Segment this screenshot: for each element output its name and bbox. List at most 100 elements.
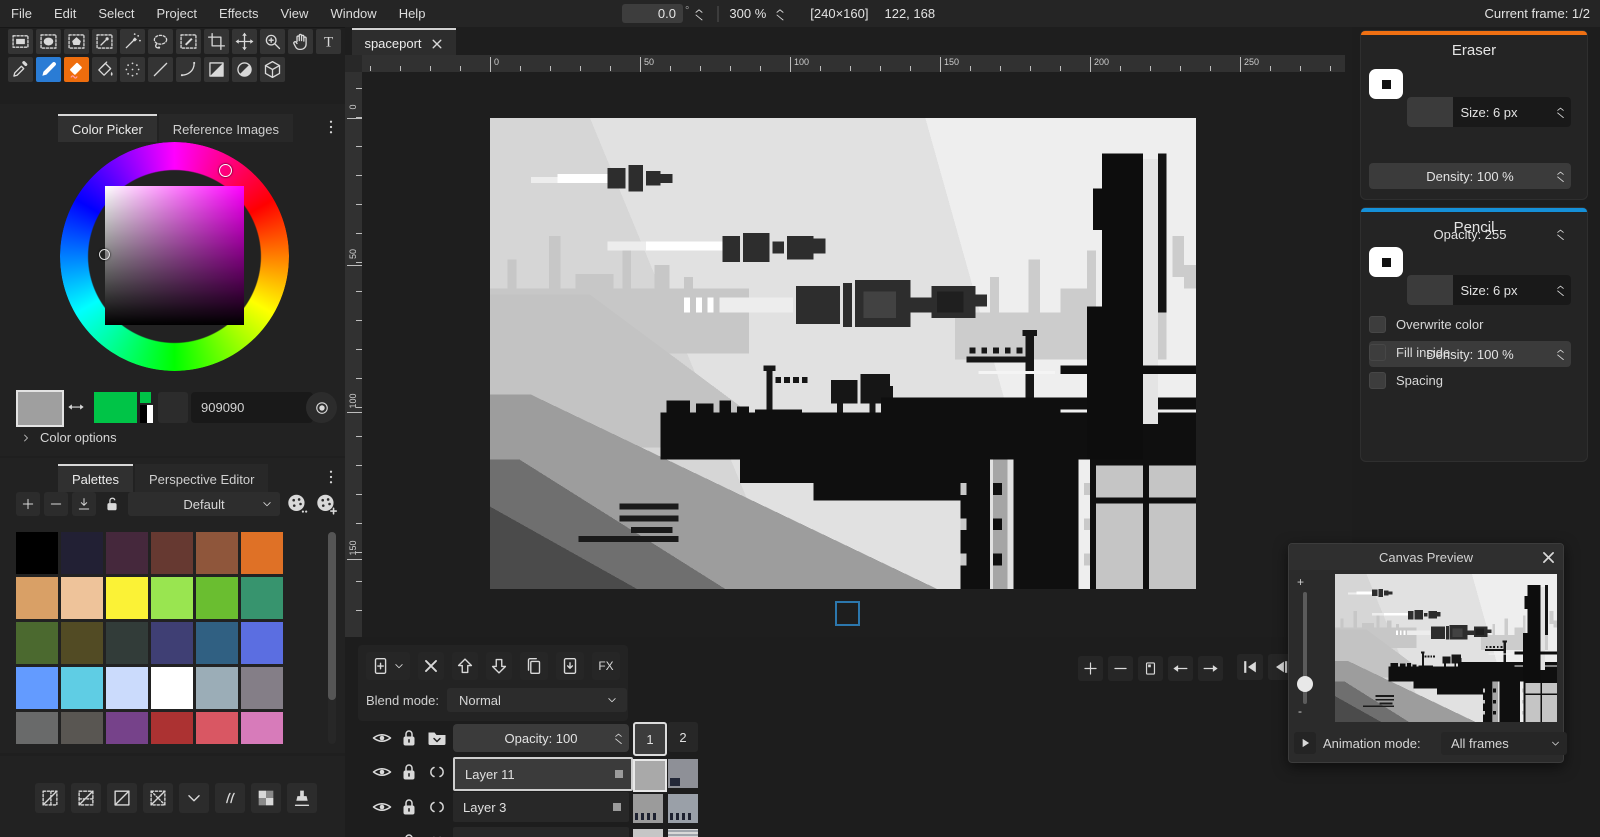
menu-select[interactable]: Select [87, 6, 145, 21]
move-layer-down-button[interactable] [486, 652, 512, 680]
close-preview-icon[interactable] [1540, 549, 1557, 566]
move-frame-right-button[interactable] [1198, 656, 1223, 681]
palette-swatch-20[interactable] [106, 667, 148, 709]
cel-link-icon[interactable] [424, 830, 450, 837]
tool-zoom-tool[interactable] [260, 29, 285, 54]
animation-mode-dropdown[interactable]: All frames [1441, 732, 1567, 755]
layer-visibility-icon[interactable] [370, 795, 394, 819]
canvas-indicator[interactable] [835, 601, 860, 626]
palette-swatch-5[interactable] [241, 532, 283, 574]
tool-crop[interactable] [204, 29, 229, 54]
swap-colors-icon[interactable] [63, 398, 89, 416]
menu-project[interactable]: Project [146, 6, 208, 21]
layer-row-layer-11[interactable]: Layer 11 [453, 757, 633, 791]
tool-magic-wand[interactable] [120, 29, 145, 54]
layer-opacity-slider[interactable]: Opacity: 100 [453, 724, 629, 752]
preview-zoom-in-label[interactable]: + [1297, 575, 1304, 589]
close-tab-icon[interactable] [430, 37, 444, 51]
palette-remove-color-button[interactable] [44, 492, 68, 516]
tool-rectangle[interactable] [204, 57, 229, 82]
palette-swatch-26[interactable] [106, 712, 148, 744]
canvas-preview-titlebar[interactable]: Canvas Preview [1289, 544, 1563, 570]
tool-curve[interactable] [176, 57, 201, 82]
symmetry-both-button[interactable] [143, 783, 173, 813]
cel-link-icon[interactable] [424, 760, 450, 784]
menu-file[interactable]: File [0, 6, 43, 21]
rotation-input[interactable]: 0.0 [622, 4, 683, 23]
mini-color-left[interactable] [140, 392, 151, 403]
palette-import-button[interactable] [72, 492, 96, 516]
rotation-spinner-icon[interactable] [691, 5, 707, 23]
menu-window[interactable]: Window [319, 6, 387, 21]
palette-swatch-2[interactable] [106, 532, 148, 574]
merge-layer-button[interactable] [556, 652, 584, 680]
expand-layers-icon[interactable] [424, 726, 450, 750]
tool-eraser[interactable] [64, 57, 89, 82]
tool-bucket[interactable] [92, 57, 117, 82]
blend-mode-dropdown[interactable]: Normal [447, 688, 627, 712]
preview-zoom-handle[interactable] [1297, 676, 1313, 692]
add-frame-button[interactable] [1078, 656, 1103, 681]
layer-visibility-icon[interactable] [370, 760, 394, 784]
palette-swatch-12[interactable] [16, 622, 58, 664]
saturation-value-square[interactable] [105, 186, 244, 325]
tool-polygon-select[interactable] [64, 29, 89, 54]
layer-row-layer-10[interactable]: Layer 10 [453, 827, 629, 837]
menu-view[interactable]: View [269, 6, 319, 21]
tool-pencil[interactable] [36, 57, 61, 82]
palette-swatch-19[interactable] [61, 667, 103, 709]
project-tab[interactable]: spaceport [352, 28, 456, 57]
spinner-icon[interactable] [1553, 223, 1568, 245]
tool-paint-selection[interactable] [176, 29, 201, 54]
tab-palettes[interactable]: Palettes [58, 464, 133, 492]
palette-swatch-29[interactable] [241, 712, 283, 744]
hex-color-input[interactable]: 909090 [191, 392, 313, 423]
palette-swatch-6[interactable] [16, 577, 58, 619]
spinner-icon[interactable] [1553, 165, 1568, 187]
menu-help[interactable]: Help [388, 6, 437, 21]
tool-lasso[interactable] [148, 29, 173, 54]
tool-shading[interactable] [120, 57, 145, 82]
palette-new-icon[interactable] [313, 491, 340, 517]
symmetry-y-button[interactable] [71, 783, 101, 813]
remove-frame-button[interactable] [1108, 656, 1133, 681]
layer-buffer-square[interactable] [615, 770, 623, 778]
layer-row-layer-3[interactable]: Layer 3 [453, 792, 629, 822]
colorpicker-menu-icon[interactable] [322, 116, 340, 138]
frame-header-2[interactable]: 2 [668, 722, 698, 752]
tool-cube[interactable] [260, 57, 285, 82]
palette-swatch-7[interactable] [61, 577, 103, 619]
palette-swatch-24[interactable] [16, 712, 58, 744]
mini-color-default[interactable] [140, 405, 153, 423]
layer-lock-icon[interactable] [397, 830, 421, 837]
sv-cursor[interactable] [99, 249, 110, 260]
drawing-canvas[interactable] [490, 118, 1196, 589]
spinner-icon[interactable] [1553, 343, 1568, 365]
layer-lock-icon[interactable] [397, 760, 421, 784]
palette-swatch-10[interactable] [196, 577, 238, 619]
palette-swatch-9[interactable] [151, 577, 193, 619]
palette-swatch-11[interactable] [241, 577, 283, 619]
palette-swatch-8[interactable] [106, 577, 148, 619]
palette-swatch-27[interactable] [151, 712, 193, 744]
tool-ellipse-select[interactable] [36, 29, 61, 54]
cel-thumbnail[interactable] [668, 759, 698, 788]
tool-move[interactable] [232, 29, 257, 54]
palette-swatch-16[interactable] [196, 622, 238, 664]
delete-layer-button[interactable] [418, 652, 444, 680]
layer-lock-icon[interactable] [397, 795, 421, 819]
cel-thumbnail[interactable] [633, 759, 667, 792]
menu-edit[interactable]: Edit [43, 6, 87, 21]
palette-swatch-25[interactable] [61, 712, 103, 744]
cel-thumbnail[interactable] [633, 794, 663, 823]
palette-swatch-18[interactable] [16, 667, 58, 709]
palette-swatch-4[interactable] [196, 532, 238, 574]
preview-zoom-out-label[interactable]: - [1298, 704, 1302, 718]
pixel-perfect-button[interactable] [215, 783, 245, 813]
flip-button[interactable] [107, 783, 137, 813]
spinner-icon[interactable] [1553, 100, 1568, 124]
pencil-size-slider[interactable]: Size: 6 px [1407, 275, 1571, 305]
add-layer-button[interactable] [366, 652, 410, 680]
spinner-icon[interactable] [611, 727, 626, 749]
spinner-icon[interactable] [1553, 278, 1568, 302]
